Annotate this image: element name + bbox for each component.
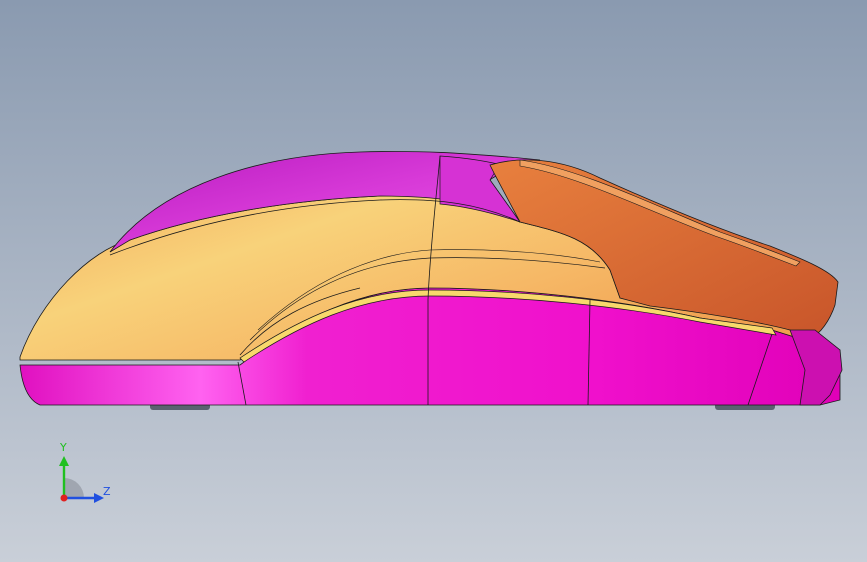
triad-graphic <box>59 456 104 503</box>
x-axis-dot <box>60 494 68 502</box>
model-canvas[interactable] <box>0 0 867 562</box>
z-axis-label: Z <box>103 485 111 498</box>
graphics-viewport[interactable]: Y Z <box>0 0 867 562</box>
triad-quadrant <box>64 478 84 498</box>
y-axis-label: Y <box>60 441 67 454</box>
coordinate-triad: Y Z <box>44 440 124 510</box>
y-axis-arrow <box>59 456 69 466</box>
